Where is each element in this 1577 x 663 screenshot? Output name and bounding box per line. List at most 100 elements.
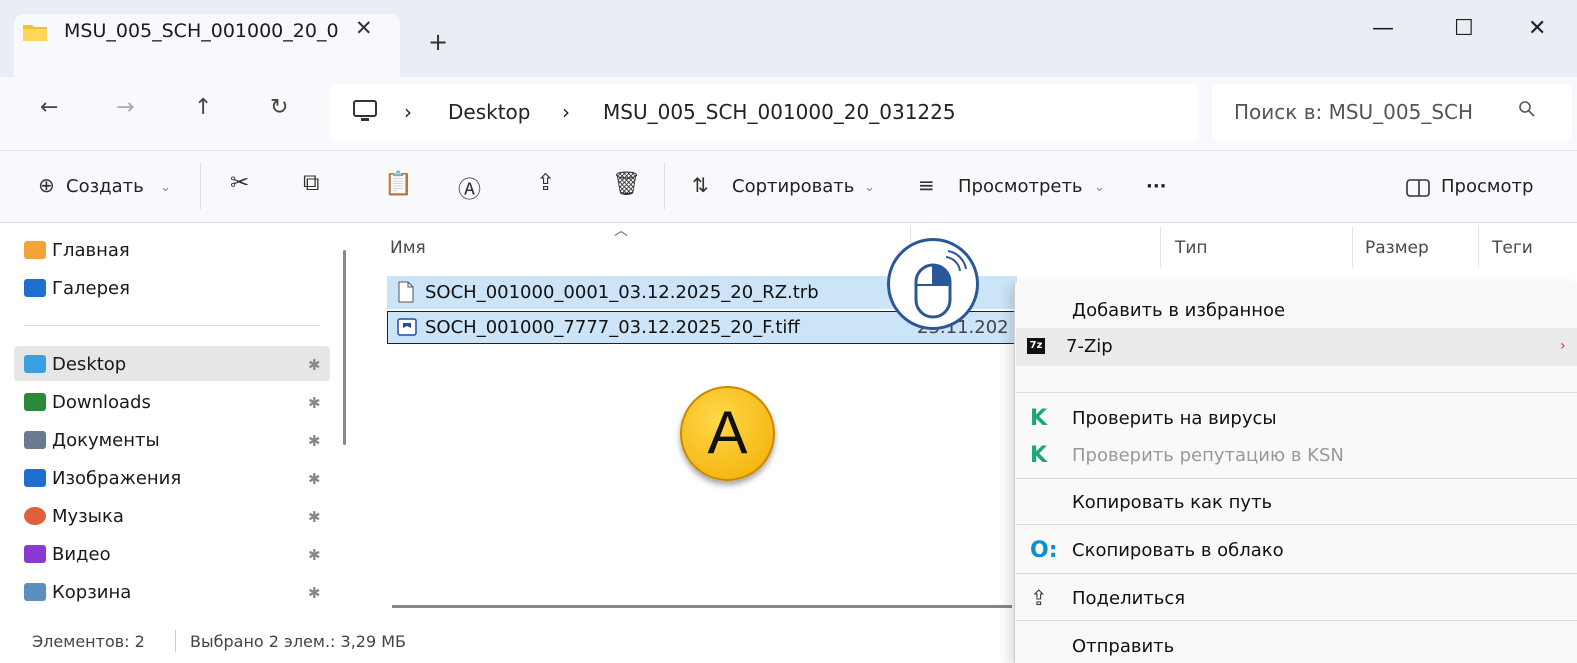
cut-icon[interactable]: ✂ (230, 170, 249, 196)
forward-button[interactable]: → (116, 95, 134, 120)
search-placeholder: Поиск в: MSU_005_SCH (1234, 100, 1474, 124)
image-file-icon (397, 318, 417, 336)
menu-separator (1016, 478, 1577, 479)
back-button[interactable]: ← (40, 95, 58, 120)
music-icon (24, 507, 46, 525)
share-icon: ⇪ (1030, 586, 1048, 610)
preview-button[interactable]: Просмотр (1441, 176, 1533, 197)
menu-separator (1016, 524, 1577, 525)
recycle-bin-icon (24, 583, 46, 601)
cloud-icon: O: (1030, 538, 1058, 563)
menu-separator (1016, 392, 1577, 393)
menu-item-send-to[interactable]: Отправить (1072, 636, 1174, 657)
menu-item-add-to-favorites[interactable]: Добавить в избранное (1072, 300, 1285, 321)
7zip-icon: 7z (1027, 338, 1045, 354)
menu-item-scan-for-viruses[interactable]: Проверить на вирусы (1072, 408, 1277, 429)
menu-item-share[interactable]: Поделиться (1072, 588, 1185, 609)
sidebar-scrollbar[interactable] (343, 250, 346, 445)
minimize-button[interactable]: — (1372, 16, 1394, 41)
sidebar-item-videos[interactable]: Видео (24, 544, 111, 574)
file-name: SOCH_001000_0001_03.12.2025_20_RZ.trb (425, 282, 819, 303)
picture-icon (24, 469, 46, 487)
home-icon (24, 241, 46, 259)
pin-icon[interactable]: ✱ (308, 546, 321, 564)
folder-icon (23, 25, 47, 41)
menu-item-check-reputation[interactable]: Проверить репутацию в KSN (1072, 445, 1344, 466)
desktop-icon (24, 355, 46, 373)
delete-icon[interactable]: 🗑 (612, 170, 641, 197)
sort-button[interactable]: Сортировать (732, 176, 854, 197)
column-divider[interactable] (1478, 226, 1479, 268)
sort-icon: ⇅ (692, 173, 709, 197)
menu-item-7zip[interactable]: 7-Zip (1066, 336, 1113, 357)
video-icon (24, 545, 46, 563)
status-divider (175, 630, 176, 652)
sidebar-divider (24, 325, 319, 326)
sidebar-item-pictures[interactable]: Изображения (24, 468, 181, 498)
breadcrumb-desktop[interactable]: Desktop (448, 100, 530, 124)
sidebar-item-desktop[interactable]: Desktop (24, 354, 126, 384)
pin-icon[interactable]: ✱ (308, 356, 321, 374)
sidebar-item-documents[interactable]: Документы (24, 430, 160, 460)
new-tab-button[interactable]: + (428, 28, 448, 56)
search-icon (1519, 101, 1535, 117)
view-button[interactable]: Просмотреть (958, 176, 1083, 197)
plus-circle-icon: ⊕ (38, 173, 55, 197)
download-icon (24, 393, 46, 411)
document-icon (24, 431, 46, 449)
toolbar-divider (200, 163, 201, 209)
kaspersky-icon: K (1030, 443, 1048, 468)
view-icon: ≡ (918, 173, 935, 197)
column-divider[interactable] (1352, 226, 1353, 268)
chevron-down-icon: ⌄ (160, 180, 171, 195)
horizontal-scrollbar[interactable] (392, 605, 1012, 608)
create-button[interactable]: Создать (66, 176, 144, 197)
up-button[interactable]: ↑ (194, 95, 212, 120)
pin-icon[interactable]: ✱ (308, 508, 321, 526)
toolbar-divider (664, 163, 665, 209)
menu-item-copy-as-path[interactable]: Копировать как путь (1072, 492, 1272, 513)
kaspersky-icon: K (1030, 406, 1048, 431)
chevron-down-icon: ⌄ (1094, 180, 1105, 195)
column-header-type[interactable]: Тип (1175, 238, 1208, 258)
breadcrumb-current-folder[interactable]: MSU_005_SCH_001000_20_031225 (603, 100, 956, 124)
pin-icon[interactable]: ✱ (308, 584, 321, 602)
sidebar-item-recycle-bin[interactable]: Корзина (24, 582, 131, 612)
file-icon (398, 281, 414, 303)
more-options-button[interactable]: ··· (1146, 176, 1167, 197)
sidebar-item-downloads[interactable]: Downloads (24, 392, 151, 422)
copy-icon[interactable]: ⧉ (303, 170, 319, 196)
column-header-tags[interactable]: Теги (1492, 238, 1533, 258)
menu-separator (1016, 620, 1577, 621)
close-button[interactable]: ✕ (1528, 16, 1546, 41)
pin-icon[interactable]: ✱ (308, 394, 321, 412)
column-header-size[interactable]: Размер (1365, 238, 1429, 258)
pin-icon[interactable]: ✱ (308, 470, 321, 488)
breadcrumb-chevron: › (562, 100, 570, 124)
sidebar-item-music[interactable]: Музыка (24, 506, 124, 536)
file-name: SOCH_001000_7777_03.12.2025_20_F.tiff (425, 317, 800, 338)
tab-title: MSU_005_SCH_001000_20_0 (64, 20, 339, 42)
menu-item-copy-to-cloud[interactable]: Скопировать в облако (1072, 540, 1284, 561)
gallery-icon (24, 279, 46, 297)
menu-separator (1016, 573, 1577, 574)
sidebar-item-home[interactable]: Главная (24, 240, 130, 270)
this-pc-icon (353, 100, 377, 121)
column-header-name[interactable]: Имя (390, 238, 426, 258)
paste-icon[interactable]: 📋 (384, 170, 413, 197)
sidebar-item-gallery[interactable]: Галерея (24, 278, 130, 308)
chevron-down-icon: ⌄ (864, 180, 875, 195)
refresh-button[interactable]: ↻ (270, 95, 288, 120)
column-divider[interactable] (1160, 226, 1161, 268)
share-icon[interactable]: ⇪ (536, 170, 555, 196)
rename-icon[interactable]: Ⓐ (458, 170, 481, 204)
status-item-count: Элементов: 2 (32, 632, 145, 651)
breadcrumb-chevron: › (404, 100, 412, 124)
maximize-button[interactable]: ☐ (1454, 16, 1474, 41)
sort-ascending-icon: ︿ (614, 223, 628, 239)
status-selection: Выбрано 2 элем.: 3,29 МБ (190, 632, 407, 651)
pin-icon[interactable]: ✱ (308, 432, 321, 450)
tab-close-button[interactable]: ✕ (355, 16, 373, 40)
preview-pane-icon (1406, 179, 1430, 197)
chevron-right-icon: › (1560, 338, 1566, 354)
